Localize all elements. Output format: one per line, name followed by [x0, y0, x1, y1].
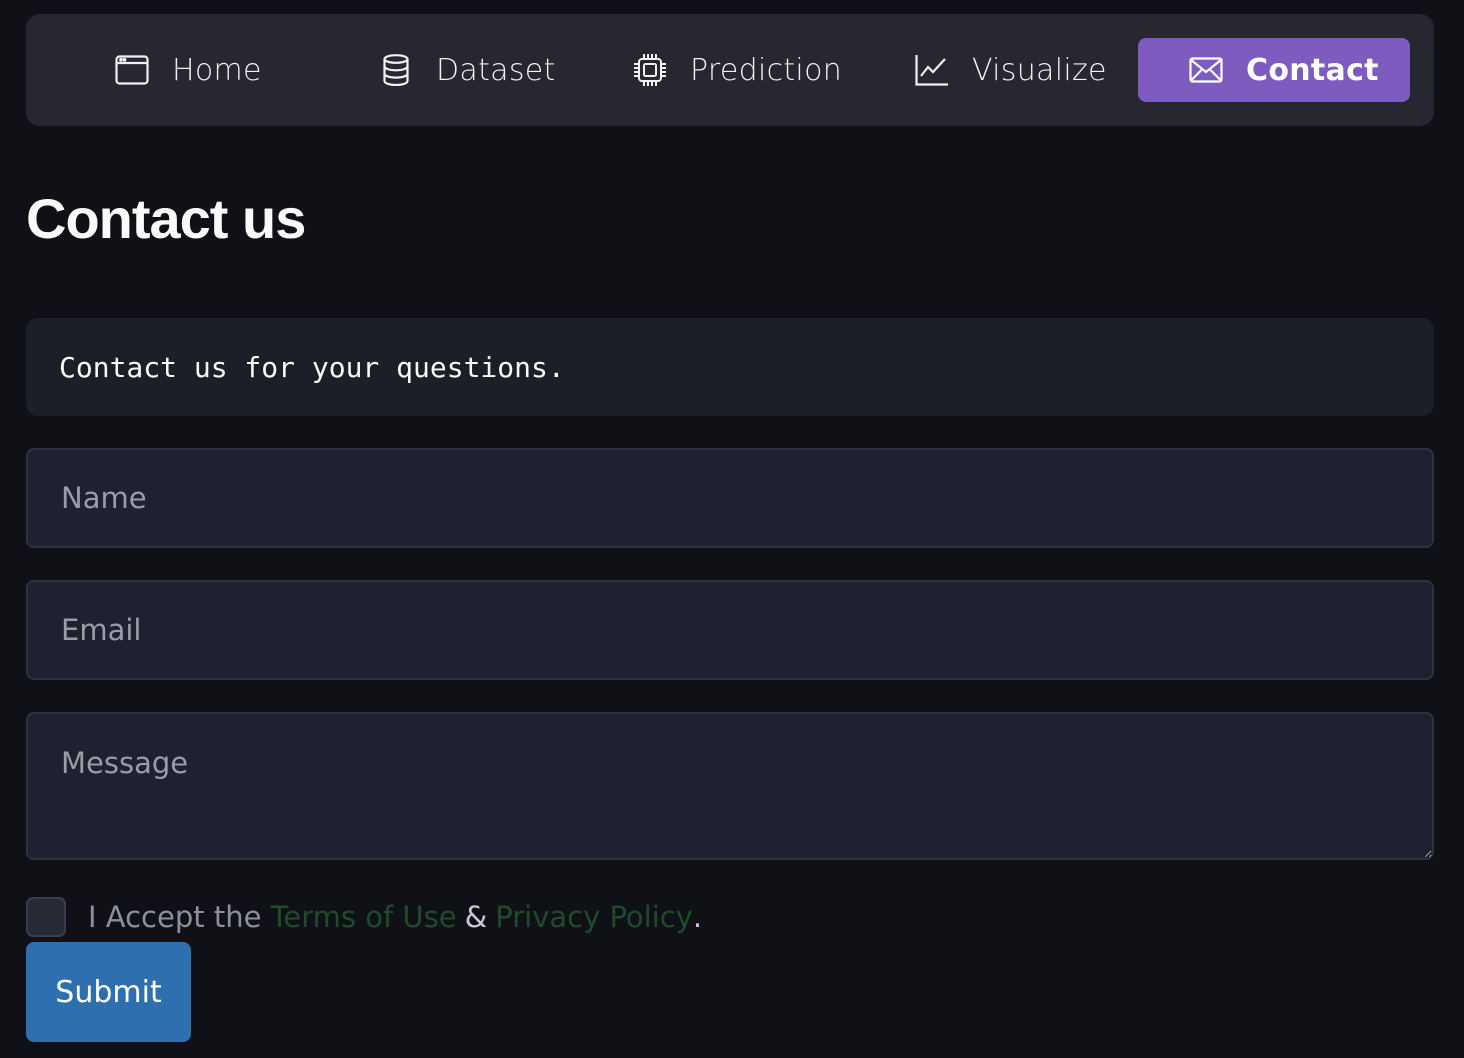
info-text: Contact us for your questions. [59, 350, 565, 384]
nav-item-prediction[interactable]: Prediction [632, 38, 892, 102]
message-textarea[interactable] [26, 712, 1434, 860]
name-input[interactable] [26, 448, 1434, 548]
info-box: Contact us for your questions. [26, 318, 1434, 416]
contact-page: Home Dataset Prediction Visualize Contac… [0, 0, 1464, 1058]
privacy-policy-link[interactable]: Privacy Policy [495, 900, 693, 934]
cpu-chip-icon [632, 52, 668, 88]
top-navigation: Home Dataset Prediction Visualize Contac… [26, 14, 1434, 126]
accept-terms-checkbox[interactable] [26, 897, 66, 937]
nav-item-label: Visualize [972, 52, 1107, 88]
nav-item-visualize[interactable]: Visualize [914, 38, 1154, 102]
nav-item-home[interactable]: Home [114, 38, 314, 102]
submit-button[interactable]: Submit [26, 942, 191, 1042]
nav-item-contact[interactable]: Contact [1138, 38, 1410, 102]
ampersand-text: & [464, 900, 488, 934]
email-input[interactable] [26, 580, 1434, 680]
nav-item-label: Contact [1246, 52, 1379, 88]
terms-acceptance-row: I Accept the Terms of Use & Privacy Policy… [26, 896, 702, 938]
nav-item-label: Prediction [690, 52, 843, 88]
line-chart-icon [914, 52, 950, 88]
accept-prefix-text: I Accept the [88, 900, 262, 934]
period-text: . [692, 900, 703, 934]
window-icon [114, 52, 150, 88]
nav-item-dataset[interactable]: Dataset [378, 38, 598, 102]
database-icon [378, 52, 414, 88]
page-title: Contact us [26, 187, 306, 250]
nav-item-label: Dataset [436, 52, 556, 88]
terms-of-use-link[interactable]: Terms of Use [271, 900, 457, 934]
nav-item-label: Home [172, 52, 262, 88]
envelope-icon [1188, 52, 1224, 88]
